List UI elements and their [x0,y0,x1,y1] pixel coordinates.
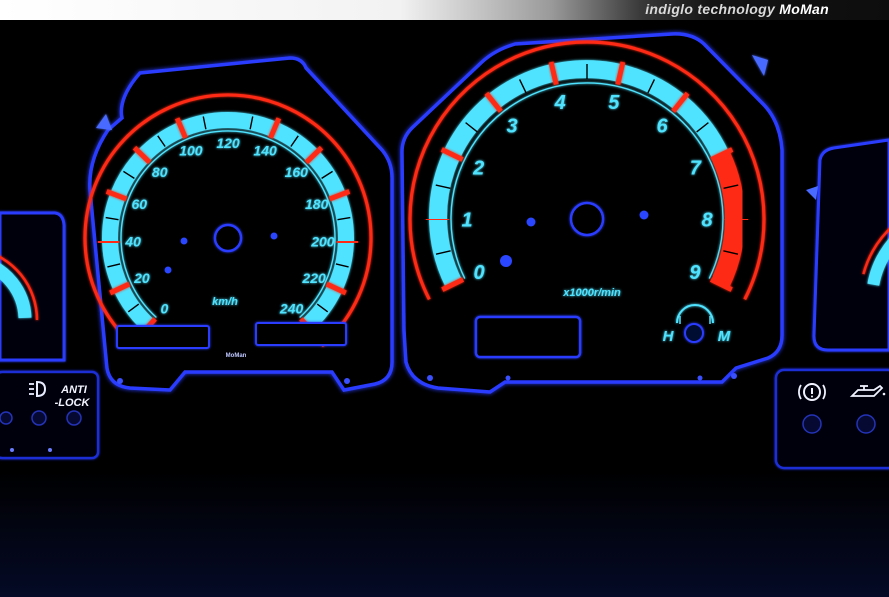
tachometer: 01234 56789 x1000r/min H M [400,32,784,394]
rpm-tick-label: 8 [701,210,713,232]
rpm-tick-label: 7 [690,157,702,179]
speed-tick-label: 40 [124,233,141,249]
speed-tick-label: 160 [285,164,309,180]
speed-tick-label: 220 [301,270,326,286]
instrument-cluster: ANTI -LOCK 020406080100 120 14016018020022… [0,32,889,597]
rpm-tick-label: 9 [689,262,701,284]
speed-tick-label: 80 [152,164,168,180]
rpm-tick-label: 3 [506,116,517,138]
temp-label-h: H [663,328,675,345]
banner-caption: indiglo technology MoMan [645,1,829,17]
temp-label-m: M [718,328,731,345]
left-warning-panel: ANTI -LOCK [0,370,100,460]
speed-tick-label: 100 [179,143,203,159]
speed-tick-label: 0 [161,301,169,317]
anti-lock-label-line2: -LOCK [55,397,91,409]
rpm-tick-label: 1 [461,210,472,232]
speed-tick-label: 60 [132,196,148,212]
speedometer-needle-hub [213,223,243,253]
fuel-window [474,315,582,359]
banner-prefix: indiglo technology [645,1,776,17]
left-partial-gauge [0,211,66,362]
speed-tick-label: 180 [305,196,329,212]
rpm-tick-label: 6 [656,116,668,138]
speed-major-tick [97,239,120,246]
right-partial-gauge [806,138,889,352]
speed-tick-label: 200 [310,233,335,249]
speed-unit-label: km/h [212,296,238,308]
right-warning-panel [774,368,889,470]
rpm-unit-label: x1000r/min [562,287,621,299]
speedometer-brand-mark: MoMan [226,353,247,359]
speed-tick-label: 20 [133,270,150,286]
top-banner: indiglo technology MoMan [0,0,889,20]
anti-lock-label-line1: ANTI [60,384,88,396]
banner-brand: MoMan [779,1,829,17]
rpm-tick-label: 5 [608,92,620,114]
odometer-window [116,325,210,349]
rpm-tick-label: 0 [474,262,485,284]
rpm-tick-label: 4 [554,92,566,114]
speedometer: 0 20 40 6080 100 120 140 160 180 200 220 240 km/h M… [83,56,394,392]
speed-major-tick [336,239,359,246]
tripmeter-window [255,322,347,346]
rpm-tick-label: 2 [472,157,484,179]
speed-tick-label: 140 [253,143,277,159]
floor-reflection [0,470,889,597]
tachometer-needle-hub [569,201,605,237]
speed-tick-label: 240 [279,301,304,317]
speed-tick-label: 120 [216,135,240,151]
